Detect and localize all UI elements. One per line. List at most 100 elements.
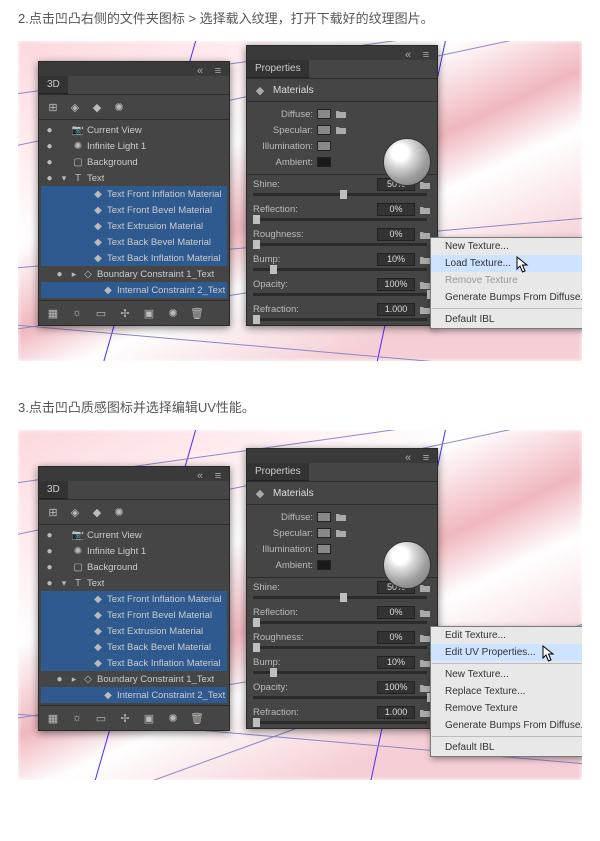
menu-item[interactable]: New Texture... bbox=[431, 666, 582, 683]
filter-light-icon[interactable]: ✺ bbox=[111, 99, 127, 115]
slider-value[interactable]: 0% bbox=[377, 606, 415, 619]
axis-icon[interactable]: ✢ bbox=[117, 305, 133, 321]
slider-value[interactable]: 0% bbox=[377, 203, 415, 216]
slider-track[interactable] bbox=[253, 193, 427, 196]
slider-value[interactable]: 0% bbox=[377, 228, 415, 241]
tree-row[interactable]: ●✺Infinite Light 1 bbox=[41, 543, 227, 559]
slider-track[interactable] bbox=[253, 243, 427, 246]
menu-item[interactable]: Generate Bumps From Diffuse... bbox=[431, 289, 582, 306]
slider-track[interactable] bbox=[253, 218, 427, 221]
tree-row[interactable]: ◆Text Back Bevel Material bbox=[41, 234, 227, 250]
collapse-icon[interactable]: « bbox=[401, 48, 415, 62]
color-swatch[interactable] bbox=[317, 512, 331, 522]
trash-icon[interactable]: 🗑 bbox=[189, 305, 205, 321]
tree-row[interactable]: ●▾TText bbox=[41, 575, 227, 591]
slider-value[interactable]: 100% bbox=[377, 681, 415, 694]
slider-knob[interactable] bbox=[270, 668, 277, 677]
light-toggle-icon[interactable]: ☼ bbox=[69, 710, 85, 726]
color-swatch[interactable] bbox=[317, 125, 331, 135]
axis-icon[interactable]: ✢ bbox=[117, 710, 133, 726]
slider-track[interactable] bbox=[253, 318, 427, 321]
folder-icon[interactable] bbox=[419, 204, 431, 216]
visibility-toggle-icon[interactable]: ● bbox=[43, 173, 56, 184]
filter-scene-icon[interactable]: ⊞ bbox=[45, 99, 61, 115]
color-swatch[interactable] bbox=[317, 157, 331, 167]
folder-icon[interactable] bbox=[335, 108, 347, 120]
add-icon[interactable]: ✺ bbox=[165, 710, 181, 726]
filter-scene-icon[interactable]: ⊞ bbox=[45, 504, 61, 520]
visibility-toggle-icon[interactable]: ● bbox=[53, 269, 66, 280]
tree-row[interactable]: ●▸◇Boundary Constraint 1_Text bbox=[41, 671, 227, 687]
plane-icon[interactable]: ▭ bbox=[93, 305, 109, 321]
slider-track[interactable] bbox=[253, 293, 427, 296]
color-swatch[interactable] bbox=[317, 560, 331, 570]
collapse-icon[interactable]: « bbox=[401, 451, 415, 465]
menu-item[interactable]: Edit Texture... bbox=[431, 627, 582, 644]
folder-icon[interactable] bbox=[335, 124, 347, 136]
tree-row[interactable]: ●▾TText bbox=[41, 170, 227, 186]
panel-tab-3d[interactable]: 3D bbox=[39, 76, 68, 94]
color-swatch[interactable] bbox=[317, 528, 331, 538]
tree-row[interactable]: ●✺Infinite Light 1 bbox=[41, 138, 227, 154]
color-swatch[interactable] bbox=[317, 109, 331, 119]
slider-value[interactable]: 1.000 bbox=[377, 706, 415, 719]
slider-value[interactable]: 100% bbox=[377, 278, 415, 291]
menu-item[interactable]: Load Texture... bbox=[431, 255, 582, 272]
tree-row[interactable]: ◆Text Extrusion Material bbox=[41, 218, 227, 234]
visibility-toggle-icon[interactable]: ● bbox=[43, 562, 56, 573]
tree-row[interactable]: ◆Text Front Bevel Material bbox=[41, 202, 227, 218]
tree-row[interactable]: ●▸◇Boundary Constraint 1_Text bbox=[41, 266, 227, 282]
tree-row[interactable]: ◆Text Back Bevel Material bbox=[41, 639, 227, 655]
add-icon[interactable]: ✺ bbox=[165, 305, 181, 321]
visibility-toggle-icon[interactable]: ● bbox=[43, 530, 56, 541]
tree-row[interactable]: ●▢Background bbox=[41, 559, 227, 575]
material-preview-sphere[interactable] bbox=[383, 541, 431, 589]
menu-icon[interactable]: ≡ bbox=[419, 451, 433, 465]
menu-icon[interactable]: ≡ bbox=[211, 64, 225, 78]
slider-knob[interactable] bbox=[253, 215, 260, 224]
filter-material-icon[interactable]: ◆ bbox=[89, 99, 105, 115]
tree-row[interactable]: ◆Internal Constraint 2_Text bbox=[41, 282, 227, 298]
trash-icon[interactable]: 🗑 bbox=[189, 710, 205, 726]
camera-icon[interactable]: ▣ bbox=[141, 305, 157, 321]
slider-knob[interactable] bbox=[340, 190, 347, 199]
slider-knob[interactable] bbox=[253, 315, 260, 324]
expand-chevron-icon[interactable]: ▸ bbox=[69, 269, 79, 280]
visibility-toggle-icon[interactable]: ● bbox=[43, 157, 56, 168]
filter-mesh-icon[interactable]: ◈ bbox=[67, 504, 83, 520]
tree-row[interactable]: ●▢Background bbox=[41, 154, 227, 170]
tree-row[interactable]: ●📷Current View bbox=[41, 122, 227, 138]
tree-row[interactable]: ◆Text Back Inflation Material bbox=[41, 250, 227, 266]
slider-knob[interactable] bbox=[253, 718, 260, 727]
menu-item[interactable]: Edit UV Properties... bbox=[431, 644, 582, 661]
filter-mesh-icon[interactable]: ◈ bbox=[67, 99, 83, 115]
slider-track[interactable] bbox=[253, 621, 427, 624]
tree-row[interactable]: ◆Text Front Bevel Material bbox=[41, 607, 227, 623]
panel-tab-3d[interactable]: 3D bbox=[39, 481, 68, 499]
render-icon[interactable]: ▦ bbox=[45, 710, 61, 726]
visibility-toggle-icon[interactable]: ● bbox=[43, 578, 56, 589]
menu-item[interactable]: Default IBL bbox=[431, 311, 582, 328]
camera-icon[interactable]: ▣ bbox=[141, 710, 157, 726]
slider-knob[interactable] bbox=[253, 643, 260, 652]
filter-material-icon[interactable]: ◆ bbox=[89, 504, 105, 520]
tree-row[interactable]: ◆Text Front Inflation Material bbox=[41, 591, 227, 607]
slider-value[interactable]: 1.000 bbox=[377, 303, 415, 316]
slider-knob[interactable] bbox=[340, 593, 347, 602]
slider-track[interactable] bbox=[253, 596, 427, 599]
folder-icon[interactable] bbox=[419, 607, 431, 619]
menu-icon[interactable]: ≡ bbox=[211, 469, 225, 483]
material-preview-sphere[interactable] bbox=[383, 138, 431, 186]
tree-row[interactable]: ◆Text Front Inflation Material bbox=[41, 186, 227, 202]
menu-item[interactable]: Generate Bumps From Diffuse... bbox=[431, 717, 582, 734]
slider-knob[interactable] bbox=[253, 240, 260, 249]
expand-chevron-icon[interactable]: ▸ bbox=[69, 674, 79, 685]
filter-light-icon[interactable]: ✺ bbox=[111, 504, 127, 520]
tree-row[interactable]: ◆Text Back Inflation Material bbox=[41, 655, 227, 671]
folder-icon[interactable] bbox=[335, 527, 347, 539]
color-swatch[interactable] bbox=[317, 141, 331, 151]
color-swatch[interactable] bbox=[317, 544, 331, 554]
plane-icon[interactable]: ▭ bbox=[93, 710, 109, 726]
slider-value[interactable]: 0% bbox=[377, 631, 415, 644]
light-toggle-icon[interactable]: ☼ bbox=[69, 305, 85, 321]
